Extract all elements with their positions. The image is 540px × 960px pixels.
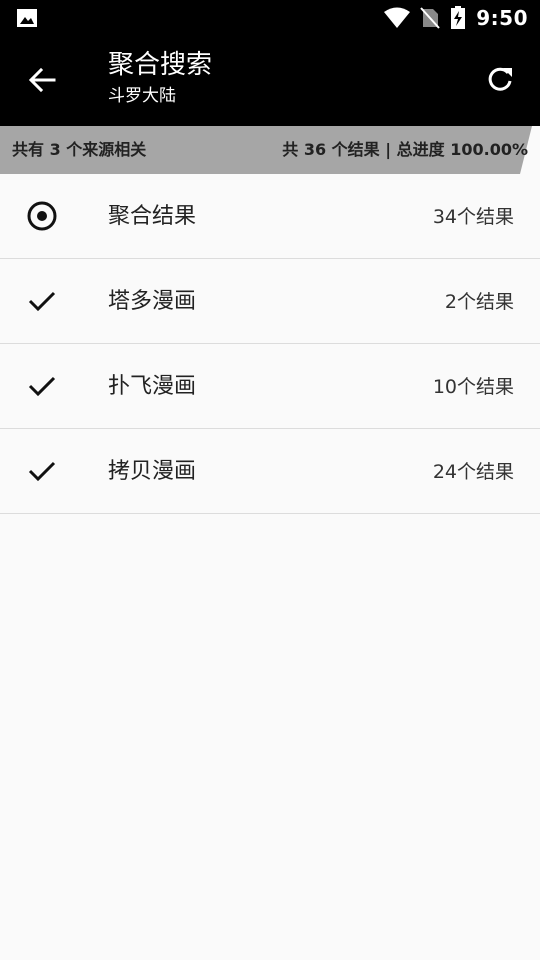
- result-count: 24个结果: [432, 461, 514, 483]
- source-name: 塔多漫画: [108, 289, 197, 314]
- source-list: 聚合结果 34个结果 塔多漫画 2个结果 扑飞漫画 10个结果 拷贝漫画 24个…: [0, 174, 540, 514]
- status-bar: 9:50: [0, 0, 540, 36]
- source-name: 拷贝漫画: [108, 459, 197, 484]
- no-sim-icon: [420, 7, 440, 29]
- list-item[interactable]: 扑飞漫画 10个结果: [0, 344, 540, 429]
- page-subtitle: 斗罗大陆: [108, 86, 176, 106]
- result-count: 10个结果: [432, 376, 514, 398]
- check-icon: [24, 283, 60, 319]
- source-name: 扑飞漫画: [108, 374, 197, 399]
- check-icon: [24, 453, 60, 489]
- sources-count-text: 共有 3 个来源相关: [12, 140, 147, 159]
- wifi-icon: [384, 7, 411, 28]
- battery-charging-icon: [451, 6, 466, 29]
- page-title: 聚合搜索: [108, 50, 213, 80]
- search-summary-bar: 共有 3 个来源相关 共 36 个结果 | 总进度 100.00%: [0, 126, 540, 174]
- refresh-icon: [488, 67, 512, 91]
- image-icon: [17, 9, 37, 27]
- status-time: 9:50: [476, 6, 528, 30]
- refresh-button[interactable]: [482, 61, 518, 97]
- status-icons: 9:50: [384, 0, 528, 36]
- list-item[interactable]: 聚合结果 34个结果: [0, 174, 540, 259]
- title-block: 聚合搜索 斗罗大陆: [108, 48, 212, 108]
- arrow-back-icon: [28, 67, 56, 93]
- list-item[interactable]: 塔多漫画 2个结果: [0, 259, 540, 344]
- back-button[interactable]: [24, 62, 60, 98]
- result-count: 34个结果: [432, 206, 514, 228]
- radio-selected-icon: [24, 198, 60, 234]
- check-icon: [24, 368, 60, 404]
- list-item[interactable]: 拷贝漫画 24个结果: [0, 429, 540, 514]
- app-bar: 聚合搜索 斗罗大陆: [0, 36, 540, 126]
- result-count: 2个结果: [444, 291, 514, 313]
- source-name: 聚合结果: [108, 204, 197, 229]
- progress-text: 共 36 个结果 | 总进度 100.00%: [282, 140, 528, 159]
